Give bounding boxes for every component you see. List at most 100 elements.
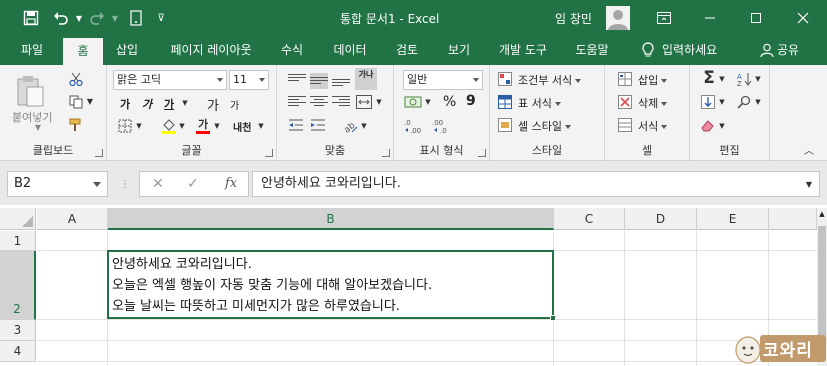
maximize-icon[interactable] [744,6,768,30]
italic-button[interactable]: 가 [142,96,152,112]
cancel-icon[interactable]: ✕ [152,176,164,192]
decrease-indent-icon[interactable] [287,117,305,133]
format-painter-icon[interactable] [68,117,84,133]
tab-help[interactable]: 도움말 [566,36,618,65]
tab-page-layout[interactable]: 페이지 레이아웃 [158,36,264,65]
tab-view[interactable]: 보기 [438,36,480,65]
conditional-format-icon[interactable] [497,71,513,87]
clear-icon[interactable] [700,117,716,133]
shrink-font-button[interactable]: 가 [230,97,239,112]
insert-cells-icon[interactable] [617,71,633,87]
touch-mode-icon[interactable] [127,9,145,27]
enter-icon[interactable]: ✓ [187,176,199,192]
select-all-corner[interactable] [0,208,36,230]
autosum-icon[interactable]: Σ [700,68,718,88]
align-middle-icon[interactable] [310,73,328,89]
name-box[interactable]: B2 [7,171,108,197]
format-cells-button[interactable]: 서식 [638,118,668,134]
align-top-icon[interactable] [288,72,306,88]
expand-formula-bar-icon[interactable]: ▼ [804,179,814,189]
tab-developer[interactable]: 개발 도구 [490,36,556,65]
phonetic-button[interactable]: 내천 [233,119,251,134]
merge-center-icon[interactable] [355,94,373,110]
copy-icon[interactable] [68,94,84,110]
autosum-dropdown-icon[interactable]: ▼ [718,75,726,83]
worksheet-grid[interactable]: A B C D E 1 2 3 4 안녕하세요 코와리입니다. 오늘은 엑셀 행… [0,205,827,366]
insert-cells-button[interactable]: 삽입 [638,72,668,88]
number-format-select[interactable]: 일반 [403,70,483,90]
sort-filter-icon[interactable]: AZ [736,71,754,87]
tab-data[interactable]: 데이터 [324,36,376,65]
column-header-b[interactable]: B [108,208,554,230]
font-name-select[interactable]: 맑은 고딕 [113,70,227,90]
redo-icon[interactable] [88,9,106,27]
ribbon-display-icon[interactable] [652,6,676,30]
increase-indent-icon[interactable] [309,117,327,133]
row-header-1[interactable]: 1 [0,231,36,251]
tab-home[interactable]: 홈 [63,38,103,65]
font-launcher-icon[interactable] [265,149,273,157]
align-bottom-icon[interactable] [332,72,350,88]
column-header-d[interactable]: D [625,208,697,230]
font-size-select[interactable]: 11 [229,70,269,90]
column-header-c[interactable]: C [554,208,625,230]
delete-cells-button[interactable]: 삭제 [638,95,668,111]
column-header-f[interactable] [769,208,817,230]
conditional-format-button[interactable]: 조건부 서식 [518,72,582,88]
borders-dropdown-icon[interactable]: ▼ [135,122,143,130]
formula-bar-grip-icon[interactable]: ⋮ [120,178,130,190]
tell-me-input[interactable]: 입력하세요 [662,36,732,65]
share-button[interactable]: 공유 [777,36,803,65]
percent-button[interactable]: % [443,94,456,110]
increase-decimal-icon[interactable]: .0.00 [403,117,427,135]
wrap-text-button[interactable]: 가나 [355,68,377,90]
clipboard-launcher-icon[interactable] [95,149,103,157]
merge-dropdown-icon[interactable]: ▼ [375,98,383,106]
tab-file[interactable]: 파일 [12,36,52,65]
close-icon[interactable] [791,6,815,30]
row-header-3[interactable]: 3 [0,320,36,341]
decrease-decimal-icon[interactable]: .00.0 [431,117,455,135]
tab-insert[interactable]: 삽입 [106,36,148,65]
phonetic-dropdown-icon[interactable]: ▼ [257,122,265,130]
underline-button[interactable]: 가 [164,96,174,112]
column-header-e[interactable]: E [697,208,769,230]
alignment-launcher-icon[interactable] [382,149,390,157]
currency-icon[interactable] [403,93,423,111]
format-table-icon[interactable] [497,94,513,110]
align-left-icon[interactable] [288,94,306,110]
avatar[interactable] [606,6,630,30]
minimize-icon[interactable] [698,6,722,30]
sort-filter-dropdown-icon[interactable]: ▼ [754,75,762,83]
format-table-button[interactable]: 표 서식 [518,95,561,111]
scroll-up-icon[interactable]: ▲ [818,210,826,218]
tab-review[interactable]: 검토 [386,36,428,65]
delete-cells-icon[interactable] [617,94,633,110]
lightbulb-icon[interactable] [638,36,658,65]
format-cells-icon[interactable] [617,117,633,133]
paste-dropdown-icon[interactable]: ▼ [32,123,44,132]
comma-button[interactable]: 9 [466,93,476,109]
fill-icon[interactable] [700,94,716,110]
font-color-dropdown-icon[interactable]: ▼ [213,122,221,130]
orientation-dropdown-icon[interactable]: ▼ [360,122,368,130]
cell-styles-icon[interactable] [497,117,513,133]
formula-input[interactable]: 안녕하세요 코와리입니다. [252,171,820,197]
row-header-2[interactable]: 2 [0,251,36,320]
scroll-thumb[interactable] [818,226,826,336]
fill-dropdown-icon[interactable]: ▼ [718,98,726,106]
clear-dropdown-icon[interactable]: ▼ [718,122,726,130]
row-header-4[interactable]: 4 [0,341,36,362]
tab-formulas[interactable]: 수식 [271,36,313,65]
customize-qat-icon[interactable]: ⊽ [152,9,170,27]
bold-button[interactable]: 가 [120,96,130,112]
undo-dropdown-icon[interactable]: ▼ [70,9,88,27]
insert-function-icon[interactable]: fx [225,176,237,191]
font-color-button[interactable]: 가 [195,117,211,135]
redo-dropdown-icon[interactable]: ▼ [106,9,124,27]
borders-icon[interactable] [117,118,133,134]
underline-dropdown-icon[interactable]: ▼ [181,98,189,108]
undo-icon[interactable] [52,9,70,27]
align-right-icon[interactable] [332,94,350,110]
cell-b2-content[interactable]: 안녕하세요 코와리입니다. 오늘은 엑셀 행높이 자동 맞춤 기능에 대해 알아… [112,254,432,317]
